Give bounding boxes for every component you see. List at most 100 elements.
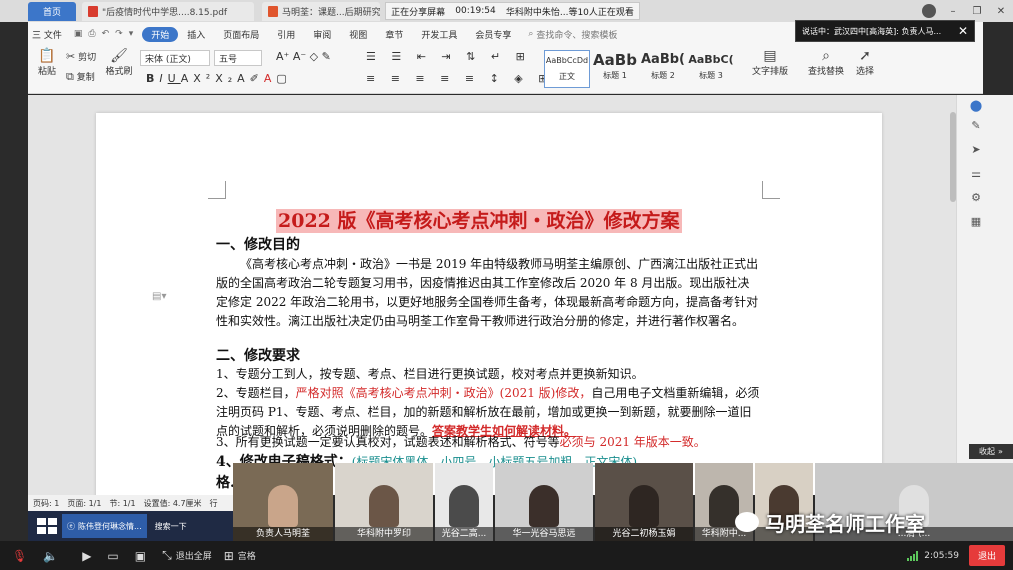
document-page[interactable]: ▤▾ 2022 版《高考核心考点冲刺・政治》修改方案 一、修改目的 《高考核心考… [96, 113, 882, 495]
close-window-icon[interactable]: ✕ [989, 6, 1013, 17]
underline-icon[interactable]: U [168, 72, 181, 85]
chat-icon: ▣ [134, 548, 147, 563]
highlight-icon[interactable]: ✐ [250, 72, 264, 85]
style-h3-sample: AaBbC( [688, 53, 734, 66]
share-button[interactable]: ▭ [107, 549, 122, 563]
menu-references[interactable]: 引用 [268, 27, 304, 42]
font-name-select[interactable]: 宋体 (正文) [140, 50, 210, 66]
grid-view-button[interactable]: ⊞ 宫格 [224, 549, 256, 563]
paragraph-tools-bottom[interactable]: ≡ ≡ ≡ ≡ ≡ ↕ ◈ ⊞ [366, 72, 553, 85]
video-tile[interactable]: 华一光谷马思远 [495, 463, 593, 541]
close-icon[interactable]: ✕ [958, 24, 968, 38]
paragraph-req-3: 3、所有更换试题一定要认真校对，试题表述和解析格式、符号等必须与 2021 年版… [216, 433, 761, 452]
margin-corner-mark [208, 181, 226, 199]
paste-button[interactable]: 📋 粘贴 [34, 48, 60, 77]
video-tile[interactable]: 负责人马明荃 [233, 463, 333, 541]
cut-button[interactable]: ✂ 剪切 [66, 50, 96, 63]
font-size-grow-icon[interactable]: A⁺ A⁻ ◇ ✎ [276, 50, 331, 63]
mute-button[interactable]: 🎙 [12, 549, 31, 563]
print-icon[interactable]: ⎙ [85, 29, 98, 39]
style-heading-3[interactable]: AaBbC( 标题 3 [688, 50, 734, 88]
tab-home[interactable]: 首页 [28, 2, 76, 21]
copy-button[interactable]: ⧉ 复制 [66, 70, 95, 84]
paragraph-purpose: 《高考核心考点冲刺・政治》一书是 2019 年由特级教师马明荃主编原创、广西漓江… [216, 257, 759, 328]
watermark-text: 马明荃名师工作室 [765, 511, 925, 536]
subscript-icon[interactable]: X₂ [215, 72, 237, 85]
image-icon[interactable]: ▦ [969, 215, 983, 228]
video-tile[interactable]: 光谷二初杨玉娟 [595, 463, 693, 541]
restore-icon[interactable]: ❐ [965, 6, 989, 17]
menu-view[interactable]: 视图 [340, 27, 376, 42]
collapse-label: 收起 [979, 447, 996, 456]
menu-review[interactable]: 审阅 [304, 27, 340, 42]
paragraph-handle-icon[interactable]: ▤▾ [152, 291, 166, 302]
user-avatar[interactable] [922, 4, 936, 18]
bold-icon[interactable]: B [146, 72, 159, 85]
select-button[interactable]: ➚ 选择 [850, 48, 880, 77]
font-size-select[interactable]: 五号 [214, 50, 262, 66]
video-tile[interactable]: 光谷二高... [435, 463, 493, 541]
status-pages: 页面: 1/1 [67, 498, 102, 508]
video-tile-name: 华科附中罗印 [335, 527, 433, 541]
exit-meeting-button[interactable]: 退出 [968, 545, 1005, 566]
menu-chapter[interactable]: 章节 [376, 27, 412, 42]
sliders-icon[interactable]: ⚌ [969, 167, 983, 180]
italic-icon[interactable]: I [159, 72, 167, 85]
style-heading-1[interactable]: AaBb 标题 1 [592, 50, 638, 88]
chat-button[interactable]: ▣ [135, 549, 150, 563]
taskbar-browser-item[interactable]: ⓔ 陈伟登何琳念情... [62, 514, 147, 538]
speaker-button[interactable]: 🔈 [43, 549, 62, 563]
text-layout-label: 文字排版 [751, 67, 788, 77]
minimize-icon[interactable]: – [941, 6, 965, 17]
paragraph-tools-top[interactable]: ☰ ☰ ⇤ ⇥ ⇅ ↵ ⊞ [366, 50, 531, 63]
status-page: 页码: 1 [33, 498, 60, 508]
char-border-icon[interactable]: ▢ [276, 72, 291, 85]
location-pin-icon[interactable]: ⬤ [969, 99, 983, 112]
text-layout-button[interactable]: ▤ 文字排版 [748, 48, 792, 77]
status-section: 节: 1/1 [109, 498, 136, 508]
tab-wps-doc[interactable]: 马明荃：课题...后期研究题 [262, 2, 380, 21]
undo-icon[interactable]: ↶ [99, 29, 113, 39]
format-painter-button[interactable]: 🖌 格式刷 [104, 48, 134, 77]
heading-purpose: 一、修改目的 [216, 237, 300, 253]
save-icon[interactable]: ▣ [71, 29, 86, 39]
menu-home[interactable]: 开始 [142, 26, 179, 42]
strikethrough-icon[interactable]: A [181, 72, 194, 85]
windows-start-icon[interactable] [34, 515, 57, 537]
menu-developer[interactable]: 开发工具 [412, 27, 466, 42]
file-menu[interactable]: 三 文件 [28, 27, 71, 42]
font-size-value: 五号 [219, 54, 238, 65]
settings-icon[interactable]: ⚙ [969, 191, 983, 204]
tab-home-label: 首页 [42, 8, 61, 18]
req2-text-red: 严格对照《高考核心考点冲刺・政治》(2021 版)修改， [295, 386, 592, 400]
status-setting: 设置值: 4.7厘米 [143, 498, 202, 508]
speaker-icon: 🔈 [43, 548, 59, 563]
command-search[interactable]: ⌕ 查找命令、搜索模板 [528, 28, 617, 41]
format-painter-label: 格式刷 [105, 67, 133, 77]
find-replace-button[interactable]: ⌕ 查找替换 [804, 48, 848, 77]
font-color-icon[interactable]: A [264, 72, 277, 85]
dropdown-arrow-icon[interactable]: ▾ [126, 29, 137, 39]
pen-icon[interactable]: ✎ [969, 119, 983, 132]
superscript-icon[interactable]: X² [193, 72, 215, 85]
menu-page-layout[interactable]: 页面布局 [214, 27, 268, 42]
redo-icon[interactable]: ↷ [112, 29, 126, 39]
video-tile[interactable]: 华科附中罗印 [335, 463, 433, 541]
font-format-tools[interactable]: BIUAX²X₂A✐A▢ [146, 72, 292, 85]
participant-figure [369, 485, 399, 527]
collapse-button[interactable]: 收起 » [969, 444, 1013, 459]
menu-member[interactable]: 会员专享 [466, 27, 520, 42]
exit-fullscreen-button[interactable]: ⤡ 退出全屏 [162, 548, 212, 563]
font-effect-icon[interactable]: A [237, 72, 250, 85]
style-normal-label: 正文 [559, 72, 575, 81]
style-heading-2[interactable]: AaBb( 标题 2 [640, 50, 686, 88]
style-normal[interactable]: AaBbCcDd 正文 [544, 50, 590, 88]
pointer-icon[interactable]: ➤ [969, 143, 983, 156]
tab-pdf-doc[interactable]: "后疫情时代中学思....8.15.pdf [82, 2, 254, 21]
camera-button[interactable]: ▶ [82, 549, 95, 563]
menu-insert[interactable]: 插入 [178, 27, 214, 42]
share-status: 正在分享屏幕 [391, 7, 446, 18]
right-tool-rail: ⬤ ✎ ➤ ⚌ ⚙ ▦ [956, 95, 1013, 495]
ribbon-toolbar: 📋 粘贴 ✂ 剪切 ⧉ 复制 🖌 格式刷 宋体 (正文) 五号 A⁺ A⁻ ◇ … [28, 46, 983, 92]
taskbar-search[interactable]: 搜索一下 [151, 514, 191, 538]
